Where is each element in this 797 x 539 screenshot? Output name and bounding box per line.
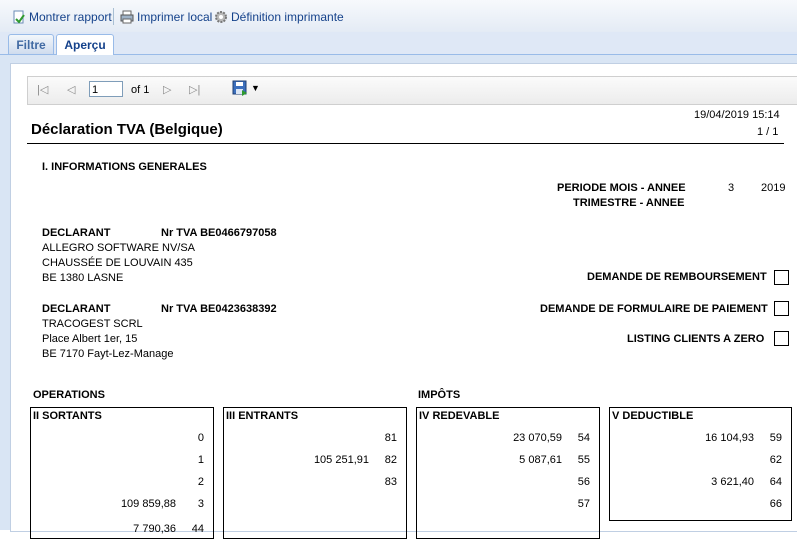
box-redevable-code: 54 [577,432,590,444]
report-page-number: 1 / 1 [757,126,779,138]
listing-zero-label: LISTING CLIENTS A ZERO [627,333,765,345]
period-year-value: 2019 [761,182,786,194]
box-deductible: V DEDUCTIBLE 16 104,93 3 621,40 59 62 64… [609,407,792,521]
declarant2-city: BE 7170 Fayt-Lez-Manage [42,348,174,360]
box-redevable-code: 55 [577,454,590,466]
declarant2-street: Place Albert 1er, 15 [42,333,138,345]
declarant2-vat: Nr TVA BE0423638392 [161,303,277,315]
declarant2-label: DECLARANT [42,303,111,315]
section-general-heading: I. INFORMATIONS GENERALES [42,161,207,173]
box-sortants-amount: 7 790,36 [133,523,176,535]
box-deductible-title: V DEDUCTIBLE [612,410,694,422]
printer-icon [120,10,134,24]
box-sortants-code: 44 [191,523,204,535]
next-page-icon[interactable]: ▷ [163,83,171,96]
box-deductible-code: 62 [769,454,782,466]
page-count-label: of 1 [131,84,150,96]
box-deductible-code: 64 [769,476,782,488]
declarant1-city: BE 1380 LASNE [42,272,124,284]
box-redevable-amount: 5 087,61 [519,454,562,466]
box-deductible-code: 66 [769,498,782,510]
page-number-input[interactable]: 1 [89,81,123,97]
show-report-label: Montrer rapport [29,10,112,24]
refund-checkbox[interactable] [774,270,789,285]
previous-page-icon[interactable]: ◁ [67,83,75,96]
box-sortants-code: 1 [197,454,204,466]
printer-definition-button[interactable]: Définition imprimante [214,8,344,26]
box-redevable: IV REDEVABLE 23 070,59 5 087,61 54 55 56… [416,407,600,539]
payment-form-label: DEMANDE DE FORMULAIRE DE PAIEMENT [540,303,768,315]
show-report-button[interactable]: Montrer rapport [12,8,112,26]
operations-heading: OPERATIONS [33,389,105,401]
period-month-label: PERIODE MOIS - ANNEE [557,182,686,194]
export-button[interactable]: ▼ [232,80,260,96]
box-deductible-code: 59 [769,432,782,444]
report-datetime: 19/04/2019 15:14 [694,109,780,121]
last-page-icon[interactable]: ▷| [189,83,200,96]
box-entrants-code: 82 [384,454,397,466]
declarant2-name: TRACOGEST SCRL [42,318,143,330]
tab-strip: Filtre Aperçu [0,32,797,55]
box-deductible-amount: 16 104,93 [705,432,754,444]
box-sortants-code: 3 [197,498,204,510]
period-quarter-label: TRIMESTRE - ANNEE [573,197,685,209]
box-redevable-amount: 23 070,59 [513,432,562,444]
box-redevable-code: 56 [577,476,590,488]
declarant1-vat: Nr TVA BE0466797058 [161,227,277,239]
box-sortants-code: 0 [197,432,204,444]
print-local-button[interactable]: Imprimer local [120,8,212,26]
declarant1-label: DECLARANT [42,227,111,239]
box-redevable-code: 57 [577,498,590,510]
box-sortants-amount: 109 859,88 [120,498,176,510]
box-deductible-amount: 3 621,40 [711,476,754,488]
print-local-label: Imprimer local [137,10,213,24]
declarant1-name: ALLEGRO SOFTWARE NV/SA [42,242,196,254]
refund-label: DEMANDE DE REMBOURSEMENT [587,271,767,283]
printer-definition-label: Définition imprimante [231,10,344,24]
listing-zero-checkbox[interactable] [774,331,789,346]
box-sortants: II SORTANTS 7 790,36 109 859,88 0 1 2 3 … [30,407,214,539]
box-entrants-amount: 105 251,91 [313,454,369,466]
declarant1-street: CHAUSSÉE DE LOUVAIN 435 [42,257,193,269]
box-entrants-code: 81 [384,432,397,444]
report-icon [13,10,25,24]
tab-filter[interactable]: Filtre [8,34,54,54]
box-entrants-title: III ENTRANTS [226,410,299,422]
toolbar-separator [113,8,114,25]
main-toolbar: Montrer rapport Imprimer local Définitio… [0,0,797,33]
box-sortants-code: 2 [197,476,204,488]
period-month-value: 3 [728,182,735,194]
report-title: Déclaration TVA (Belgique) [31,121,223,138]
taxes-heading: IMPÔTS [418,389,461,401]
first-page-icon[interactable]: |◁ [37,83,48,96]
box-entrants: III ENTRANTS 105 251,91 81 82 83 [223,407,407,539]
box-entrants-code: 83 [384,476,397,488]
box-sortants-title: II SORTANTS [33,410,102,422]
title-divider [27,143,784,144]
tab-preview[interactable]: Aperçu [56,34,114,55]
gear-icon [215,11,227,23]
save-icon [232,80,247,96]
chevron-down-icon: ▼ [251,83,260,93]
payment-form-checkbox[interactable] [774,301,789,316]
box-redevable-title: IV REDEVABLE [419,410,500,422]
